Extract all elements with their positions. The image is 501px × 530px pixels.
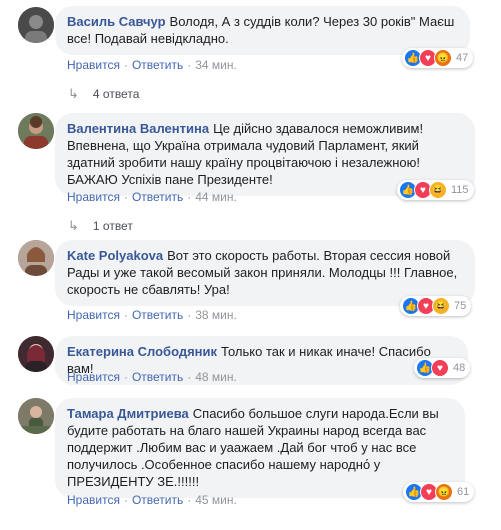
comment-author[interactable]: Kate Polyakova <box>67 248 163 263</box>
reaction-summary[interactable]: 👍 ♥ 48 <box>414 358 471 378</box>
comment-actions: Нравится · Ответить · 34 мин. <box>67 58 237 72</box>
like-link[interactable]: Нравится <box>67 370 120 384</box>
reply-link[interactable]: Ответить <box>132 58 183 72</box>
comment-actions: Нравится · Ответить · 45 мин. <box>67 493 237 507</box>
reaction-count: 75 <box>454 300 467 312</box>
replies-count[interactable]: 1 ответ <box>93 219 133 233</box>
reply-link[interactable]: Ответить <box>132 493 183 507</box>
comment-actions: Нравится · Ответить · 38 мин. <box>67 308 237 322</box>
replies-count[interactable]: 4 ответа <box>93 87 139 101</box>
haha-icon: 😆 <box>429 181 447 199</box>
avatar[interactable] <box>18 240 54 276</box>
reply-link[interactable]: Ответить <box>132 308 183 322</box>
love-icon: ♥ <box>431 359 449 377</box>
avatar[interactable] <box>18 113 54 149</box>
comment-author[interactable]: Тамара Дмитриева <box>67 406 189 421</box>
like-link[interactable]: Нравится <box>67 58 120 72</box>
reaction-summary[interactable]: 👍 ♥ 😆 75 <box>400 296 472 316</box>
angry-icon: 😠 <box>435 483 453 501</box>
reply-link[interactable]: Ответить <box>132 190 183 204</box>
comment-actions: Нравится · Ответить · 44 мин. <box>67 190 237 204</box>
reply-arrow-icon: ↳ <box>68 86 79 101</box>
like-link[interactable]: Нравится <box>67 308 120 322</box>
reaction-count: 115 <box>451 184 469 196</box>
comment-time[interactable]: 48 мин. <box>195 370 237 384</box>
reaction-summary[interactable]: 👍 ♥ 😠 61 <box>403 482 475 502</box>
comment-time[interactable]: 45 мин. <box>195 493 237 507</box>
like-link[interactable]: Нравится <box>67 190 120 204</box>
comment-bubble: Тамара Дмитриева Спасибо большое слуги на… <box>55 398 465 498</box>
avatar[interactable] <box>18 7 54 43</box>
comment-actions: Нравится · Ответить · 48 мин. <box>67 370 237 384</box>
comment-author[interactable]: Василь Савчур <box>67 14 166 29</box>
comment-time[interactable]: 44 мин. <box>195 190 237 204</box>
avatar[interactable] <box>18 398 54 434</box>
reaction-summary[interactable]: 👍 ♥ 😠 47 <box>402 48 474 68</box>
angry-icon: 😠 <box>434 49 452 67</box>
like-link[interactable]: Нравится <box>67 493 120 507</box>
reaction-count: 48 <box>453 362 466 374</box>
haha-icon: 😆 <box>432 297 450 315</box>
reply-arrow-icon: ↳ <box>68 218 79 233</box>
comment-author[interactable]: Екатерина Слободяник <box>67 344 217 359</box>
view-replies-link[interactable]: ↳ 1 ответ <box>68 218 133 234</box>
reaction-count: 47 <box>456 52 469 64</box>
avatar[interactable] <box>18 336 54 372</box>
view-replies-link[interactable]: ↳ 4 ответа <box>68 86 139 102</box>
reaction-summary[interactable]: 👍 ♥ 😆 115 <box>397 180 474 200</box>
reaction-count: 61 <box>457 486 470 498</box>
reply-link[interactable]: Ответить <box>132 370 183 384</box>
comment-author[interactable]: Валентина Валентина <box>67 121 209 136</box>
comment-time[interactable]: 34 мин. <box>195 58 237 72</box>
comment-time[interactable]: 38 мин. <box>195 308 237 322</box>
